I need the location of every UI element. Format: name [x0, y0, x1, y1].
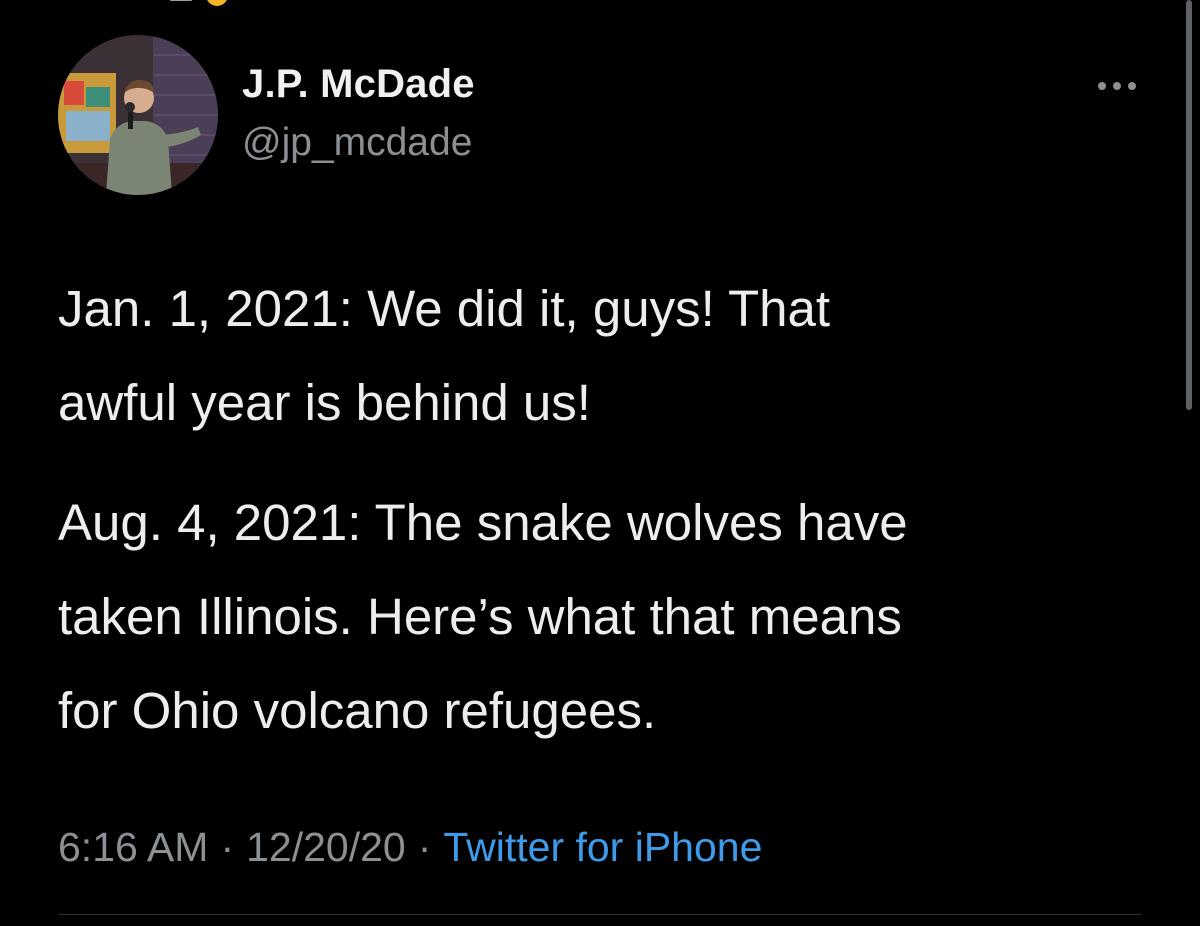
author-name[interactable]: J.P. McDade: [242, 62, 475, 107]
previous-tweet-edge: [170, 0, 430, 6]
tweet-paragraph: Jan. 1, 2021: We did it, guys! That awfu…: [58, 280, 831, 431]
avatar[interactable]: [58, 35, 218, 195]
meta-separator: ·: [220, 824, 235, 870]
more-horizontal-icon: [1098, 82, 1136, 90]
tweet-source-link[interactable]: Twitter for iPhone: [443, 824, 762, 870]
more-options-button[interactable]: [1092, 68, 1142, 104]
divider: [58, 914, 1142, 915]
tweet-screen: J.P. McDade @jp_mcdade Jan. 1, 2021: We …: [0, 0, 1200, 926]
profile-photo: [58, 35, 218, 195]
tweet-meta: 6:16 AM · 12/20/20 · Twitter for iPhone: [58, 824, 762, 871]
tweet-paragraph: Aug. 4, 2021: The snake wolves have take…: [58, 494, 908, 739]
cropped-text-fragment: [170, 0, 192, 1]
author-handle[interactable]: @jp_mcdade: [242, 121, 472, 165]
meta-separator: ·: [417, 824, 432, 870]
cropped-emoji: [206, 0, 228, 6]
tweet-time: 6:16 AM: [58, 824, 209, 870]
scrollbar[interactable]: [1186, 0, 1192, 410]
tweet-date: 12/20/20: [246, 824, 406, 870]
tweet-text: Jan. 1, 2021: We did it, guys! That awfu…: [58, 262, 1138, 784]
